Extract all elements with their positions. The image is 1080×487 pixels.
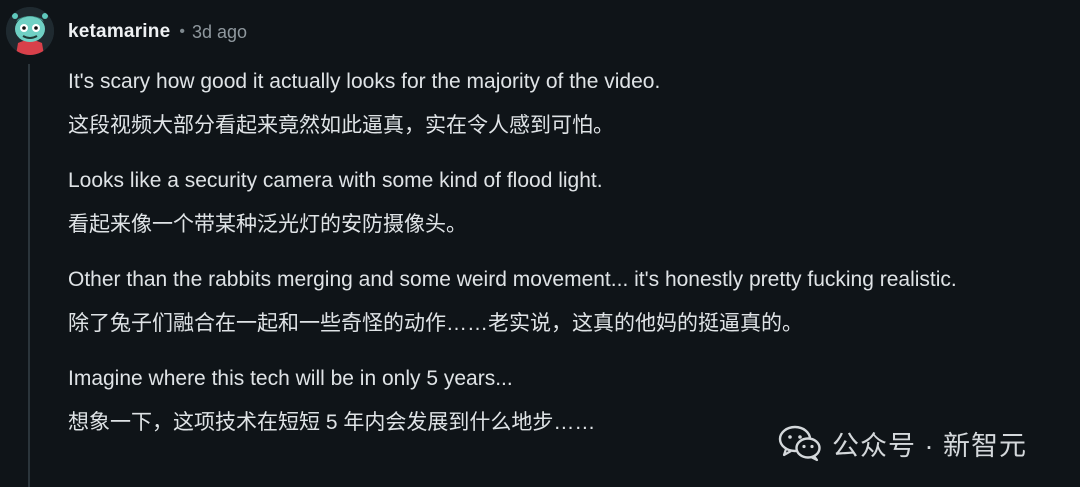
- english-text: Imagine where this tech will be in only …: [68, 367, 513, 390]
- english-text: Looks like a security camera with some k…: [68, 169, 603, 192]
- username-link[interactable]: ketamarine: [68, 21, 170, 43]
- chinese-translation: 这段视频大部分看起来竟然如此逼真，实在令人感到可怕。: [68, 114, 614, 137]
- comment-paragraph: Other than the rabbits merging and some …: [68, 266, 1068, 337]
- comment-header: ketamarine • 3d ago: [68, 20, 247, 44]
- english-text: Other than the rabbits merging and some …: [68, 268, 957, 291]
- comment-paragraph: Looks like a security camera with some k…: [68, 167, 1068, 238]
- timestamp: 3d ago: [191, 21, 248, 42]
- zombie-avatar-icon: [6, 7, 54, 55]
- comment-body: It's scary how good it actually looks fo…: [68, 68, 1068, 464]
- separator-dot: •: [179, 23, 185, 40]
- comment-paragraph: It's scary how good it actually looks fo…: [68, 68, 1068, 139]
- watermark: 公众号 · 新智元: [778, 422, 1027, 464]
- wechat-icon: [778, 425, 821, 462]
- chinese-translation: 除了兔子们融合在一起和一些奇怪的动作……老实说，这真的他妈的挺逼真的。: [68, 312, 803, 335]
- watermark-text: 公众号 · 新智元: [832, 430, 1027, 461]
- user-avatar[interactable]: [6, 7, 54, 55]
- english-text: It's scary how good it actually looks fo…: [68, 70, 661, 93]
- thread-line[interactable]: [28, 64, 30, 487]
- chinese-translation: 看起来像一个带某种泛光灯的安防摄像头。: [68, 213, 467, 236]
